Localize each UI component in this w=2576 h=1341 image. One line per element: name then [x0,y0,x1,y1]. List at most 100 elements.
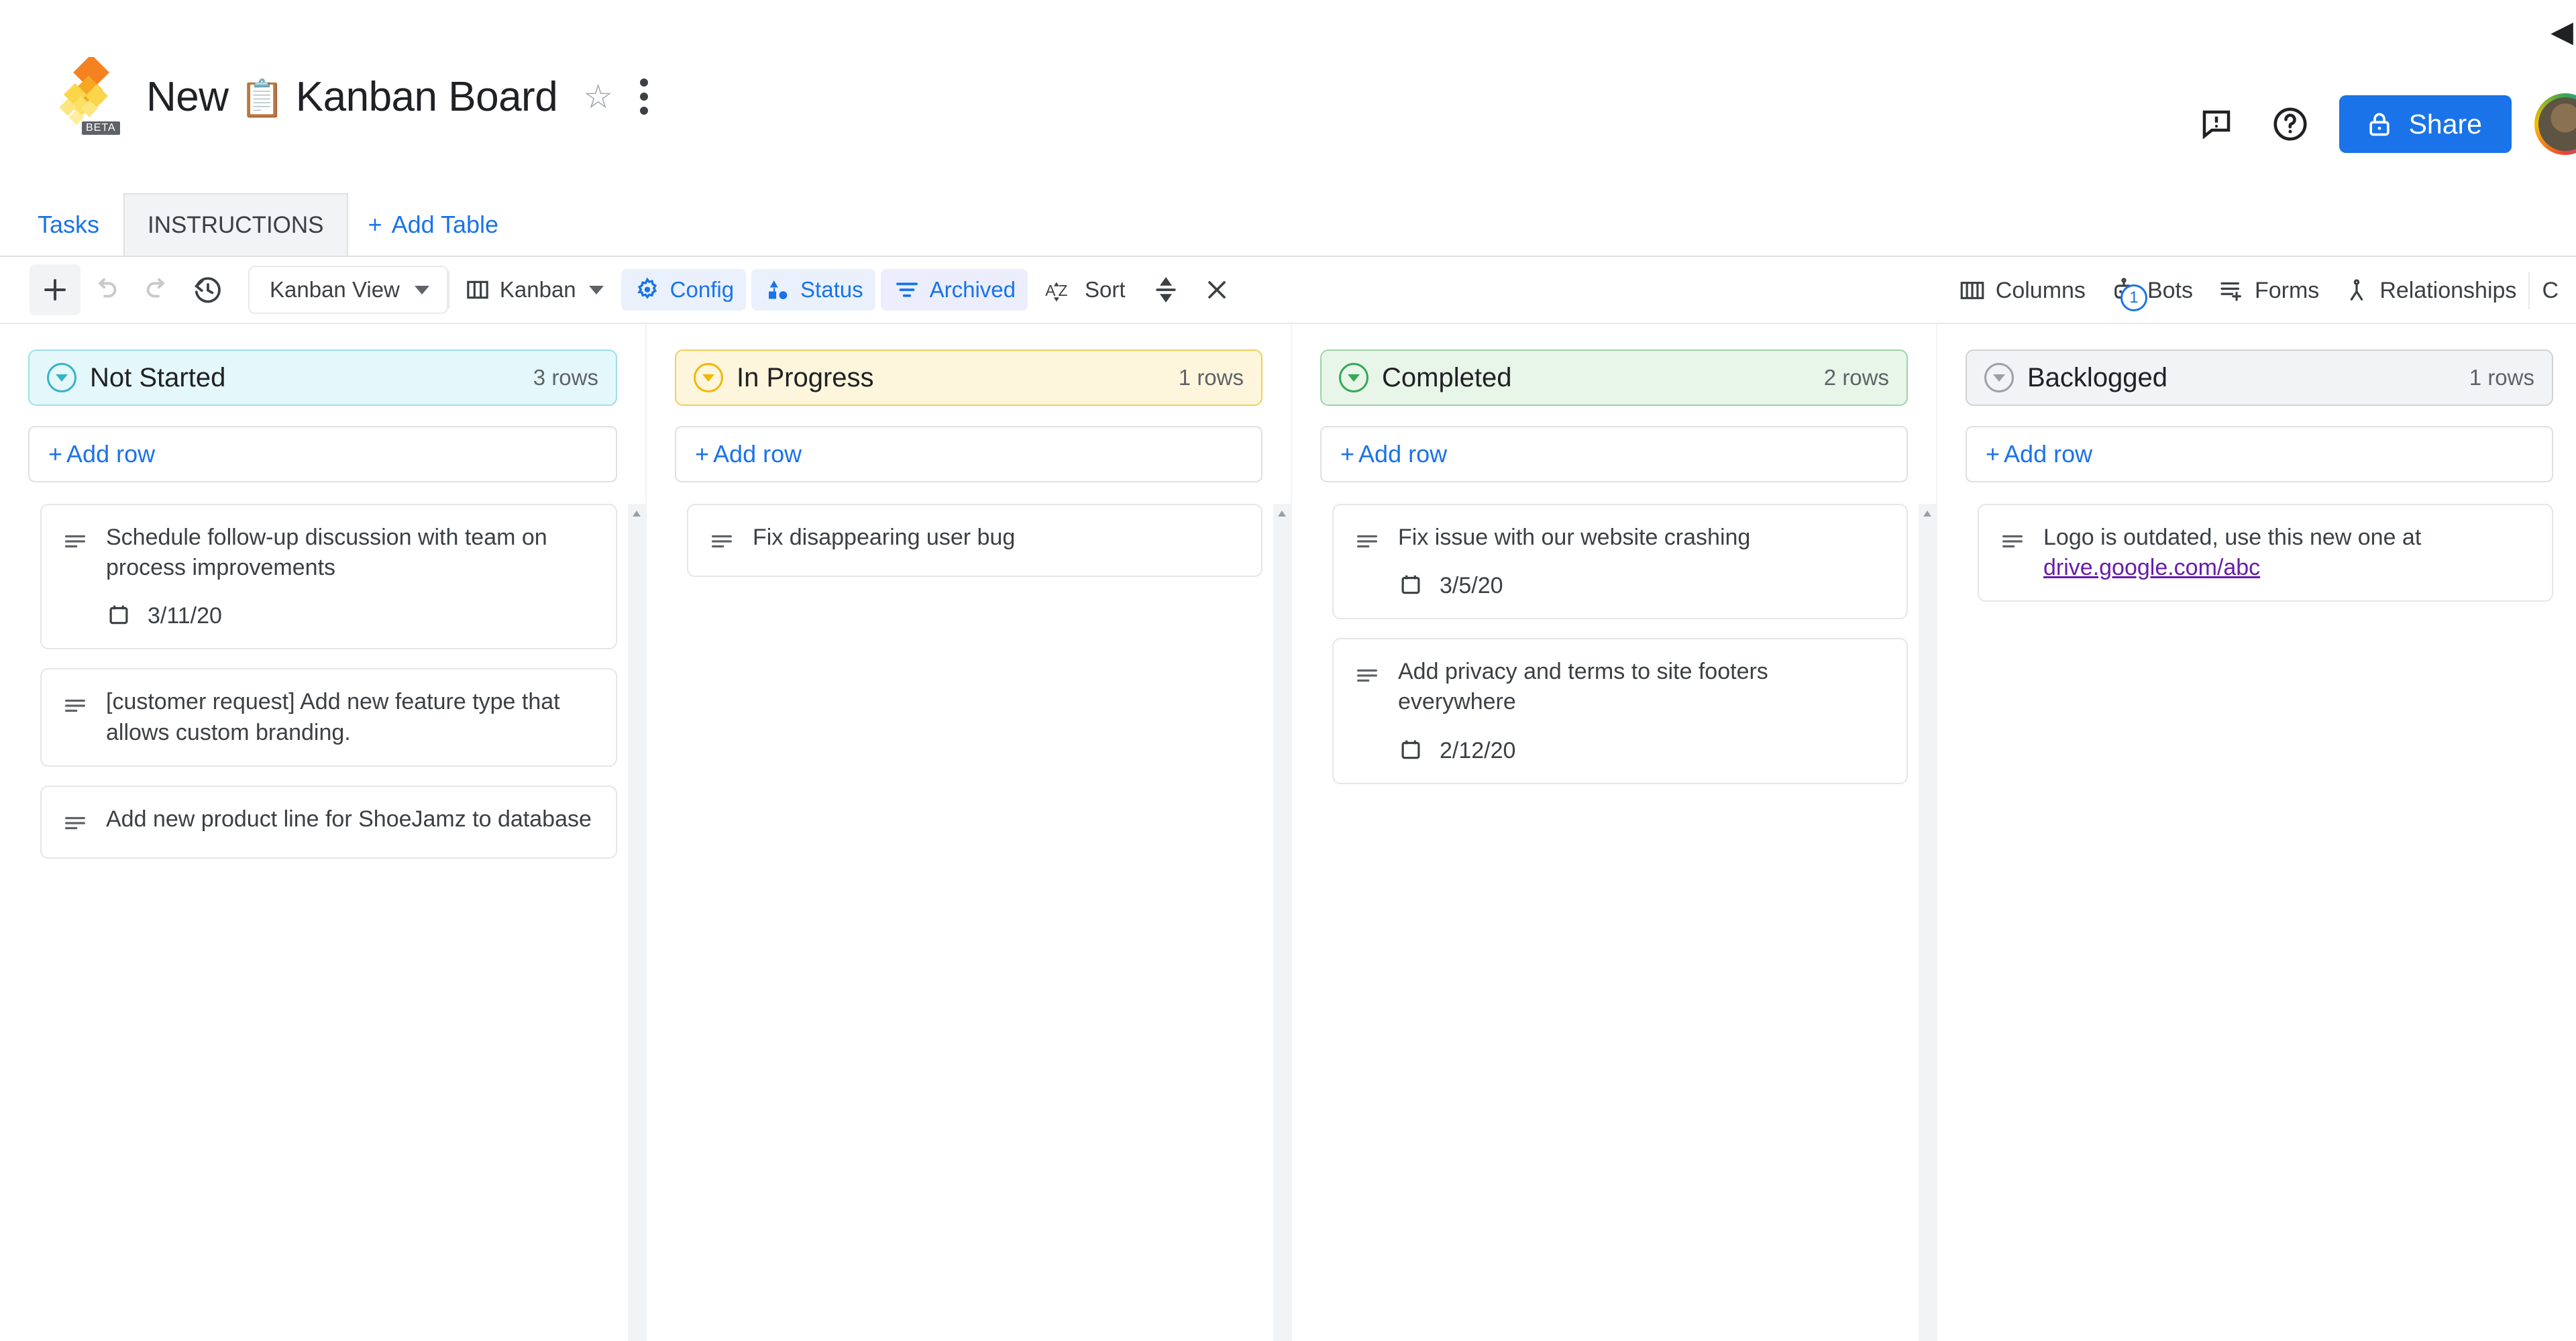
header-actions: Share [2180,87,2576,161]
kanban-card[interactable]: Add new product line for ShoeJamz to dat… [40,786,617,859]
doc-title-suffix: Kanban Board [296,74,557,120]
text-lines-icon [62,692,89,722]
plus-icon: + [368,211,382,239]
text-lines-icon [62,528,89,558]
undo-icon[interactable] [80,264,131,315]
card-title: [customer request] Add new feature type … [106,687,596,747]
kanban-card[interactable]: Logo is outdated, use this new one at dr… [1978,504,2553,602]
column-header[interactable]: Not Started 3 rows [28,350,617,406]
toolbar-overflow-button[interactable]: C [2530,278,2559,304]
page-title[interactable]: New 📋 Kanban Board [146,73,557,121]
share-button-label: Share [2409,109,2482,140]
plus-icon: + [695,440,709,468]
kebab-dot [640,93,648,101]
view-name-label: Kanban View [250,277,415,303]
column-scrollbar[interactable] [1273,504,1291,1341]
add-table-button[interactable]: + Add Table [348,193,519,256]
column-title: Not Started [90,363,225,393]
column-row-count: 1 rows [2469,365,2534,390]
forms-button[interactable]: Forms [2205,276,2331,305]
table-tab-strip: Tasks INSTRUCTIONS + Add Table [0,193,2576,257]
feedback-icon[interactable] [2180,87,2253,161]
tab-instructions[interactable]: INSTRUCTIONS [123,193,348,256]
kanban-card[interactable]: Add privacy and terms to site footers ev… [1332,638,1908,784]
column-title: Backlogged [2027,363,2167,393]
kanban-card[interactable]: Fix disappearing user bug [687,504,1263,577]
add-icon[interactable] [30,264,80,315]
toolbar-right-group: Columns 1 Bots Forms [1946,257,2559,324]
column-scrollbar[interactable] [628,504,645,1341]
status-button[interactable]: Status [751,269,875,311]
star-icon[interactable]: ☆ [583,80,613,113]
app-logo[interactable]: BETA [54,57,126,136]
sort-button[interactable]: A Z Sort [1033,269,1138,311]
calendar-icon [106,602,131,631]
chevron-down-icon [589,286,604,294]
column-title: Completed [1382,363,1511,393]
view-mode-button[interactable]: Kanban [452,269,616,311]
help-icon[interactable] [2253,87,2327,161]
archived-label: Archived [930,277,1016,303]
history-icon[interactable] [182,264,233,315]
view-selector[interactable]: Kanban View [248,266,448,314]
column-header[interactable]: In Progress 1 rows [675,350,1263,406]
add-row-label: Add row [66,440,155,468]
card-title: Fix issue with our website crashing [1398,523,1886,553]
collapse-chevron-icon[interactable] [1339,363,1368,392]
add-row-label: Add row [713,440,802,468]
collapse-chevron-icon[interactable] [47,363,76,392]
tab-tasks[interactable]: Tasks [15,193,123,256]
text-lines-icon [1999,528,2026,558]
kanban-card[interactable]: Fix issue with our website crashing 3/5/… [1332,504,1908,619]
calendar-icon [1398,737,1424,765]
column-row-count: 2 rows [1824,365,1889,390]
column-scrollbar[interactable] [1919,504,1936,1341]
add-row-button[interactable]: + Add row [1320,426,1908,482]
card-list: Schedule follow-up discussion with team … [0,504,645,859]
column-cards-area: Fix disappearing user bug [647,504,1291,1341]
columns-button[interactable]: Columns [1946,276,2098,305]
header-overflow-icon[interactable]: ◀ [2551,15,2573,49]
archived-filter-button[interactable]: Archived [881,269,1028,311]
kanban-column-completed: Completed 2 rows + Add row Fix issue [1291,324,1936,1341]
kanban-card[interactable]: Schedule follow-up discussion with team … [40,504,617,649]
relationships-button[interactable]: Relationships [2331,276,2528,305]
svg-text:A: A [1045,282,1056,299]
app-header: BETA New 📋 Kanban Board ☆ [0,0,2576,193]
doc-title-prefix: New [146,74,229,120]
close-icon[interactable] [1191,264,1242,315]
status-label: Status [800,277,863,303]
bots-icon: 1 [2110,276,2138,305]
column-cards-area: Logo is outdated, use this new one at dr… [1937,504,2576,1341]
add-row-button[interactable]: + Add row [28,426,617,482]
calendar-icon [1398,572,1424,600]
bots-button[interactable]: 1 Bots [2098,276,2205,305]
add-row-label: Add row [1358,440,1447,468]
kanban-column-backlogged: Backlogged 1 rows + Add row [1936,324,2576,1341]
add-row-button[interactable]: + Add row [675,426,1263,482]
collapse-chevron-icon[interactable] [694,363,723,392]
card-title-text: Logo is outdated, use this new one at [2043,525,2421,550]
collapse-chevron-icon[interactable] [1984,363,2014,392]
config-label: Config [670,277,734,303]
relationships-icon [2343,276,2370,305]
plus-icon: + [1986,440,2000,468]
card-list: Fix issue with our website crashing 3/5/… [1292,504,1936,784]
share-button[interactable]: Share [2339,95,2512,153]
add-row-button[interactable]: + Add row [1966,426,2553,482]
row-height-icon[interactable] [1140,264,1191,315]
avatar[interactable] [2534,93,2576,155]
redo-icon[interactable] [131,264,182,315]
column-row-count: 1 rows [1179,365,1244,390]
more-options-icon[interactable] [640,78,652,115]
kebab-dot [640,107,648,115]
card-date-row: 3/5/20 [1398,572,1886,600]
column-header[interactable]: Backlogged 1 rows [1966,350,2553,406]
config-button[interactable]: Config [621,269,746,311]
forms-icon [2217,276,2245,305]
column-header[interactable]: Completed 2 rows [1320,350,1908,406]
kanban-card[interactable]: [customer request] Add new feature type … [40,668,617,766]
kanban-column-in-progress: In Progress 1 rows + Add row Fix dis [645,324,1291,1341]
columns-label: Columns [1996,278,2086,304]
card-link[interactable]: drive.google.com/abc [2043,555,2260,580]
